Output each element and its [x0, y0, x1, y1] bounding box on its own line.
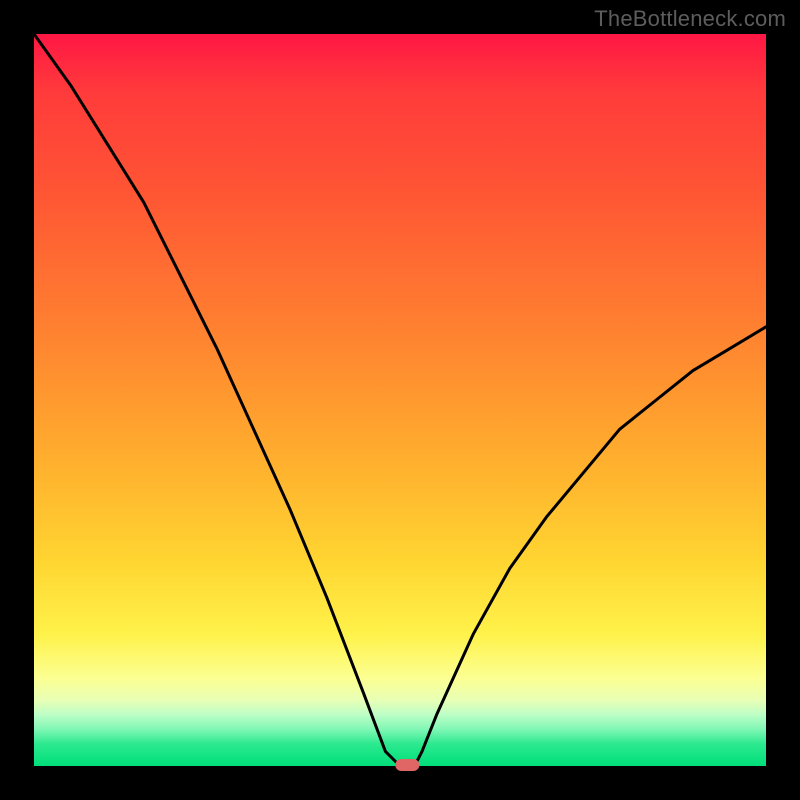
- plot-area: [34, 34, 766, 766]
- bottleneck-curve: [34, 34, 766, 766]
- chart-frame: TheBottleneck.com: [0, 0, 800, 800]
- optimum-marker: [395, 759, 419, 771]
- attribution-watermark: TheBottleneck.com: [594, 6, 786, 32]
